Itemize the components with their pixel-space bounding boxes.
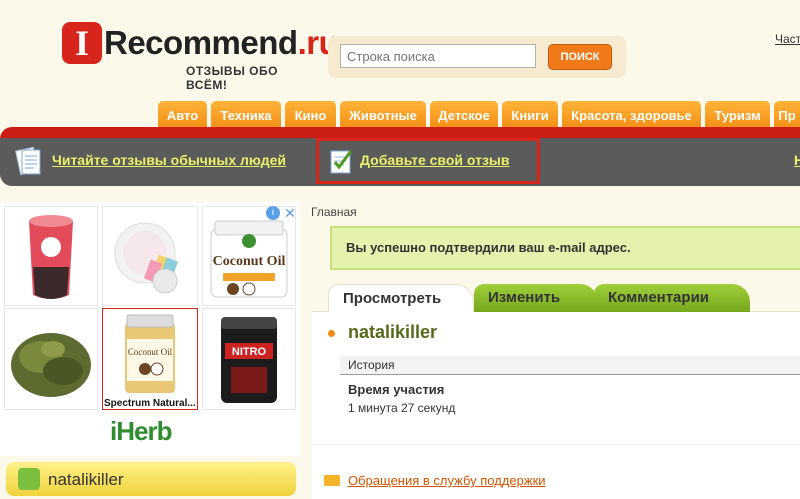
ad-caption[interactable]: Spectrum Natural...: [104, 398, 196, 409]
tab-view[interactable]: Просмотреть: [328, 284, 474, 312]
logo-letter: I: [62, 22, 102, 64]
svg-text:NITRO: NITRO: [232, 346, 267, 358]
bubble-tea-jar-image: [29, 215, 73, 299]
support-link[interactable]: Обращения в службу поддержки: [348, 473, 546, 488]
membership-label: Время участия: [348, 382, 445, 397]
profile-content: natalikiller История Время участия 1 мин…: [312, 311, 800, 499]
ad-product-highlighter[interactable]: [102, 206, 198, 306]
tab-comments[interactable]: Комментарии: [594, 284, 750, 312]
nav-read-reviews-link[interactable]: Читайте отзывы обычных людей: [52, 152, 286, 168]
logo-tagline: ОТЗЫВЫ ОБО ВСЁМ!: [186, 64, 278, 92]
notice-text: Вы успешно подтвердили ваш e-mail адрес.: [346, 240, 631, 255]
ad-product-nitro[interactable]: NITRO: [202, 308, 296, 410]
ad-product-herbs[interactable]: [4, 308, 98, 410]
top-link[interactable]: Част: [775, 32, 800, 46]
reviews-read-icon: [15, 146, 41, 176]
search-input[interactable]: [340, 44, 536, 68]
ad-product-spectrum[interactable]: Coconut Oil: [102, 308, 198, 410]
success-notice: Вы успешно подтвердили ваш e-mail адрес.: [330, 226, 800, 270]
logo-name: Recommend.ru: [104, 24, 339, 62]
spectrum-coconut-jar-image: Coconut Oil: [125, 314, 175, 393]
svg-text:Coconut Oil: Coconut Oil: [128, 347, 173, 357]
nav-add-review-link[interactable]: Добавьте свой отзыв: [360, 152, 509, 168]
breadcrumb[interactable]: Главная: [311, 205, 357, 219]
user-panel[interactable]: natalikiller: [6, 462, 296, 496]
envelope-icon: [324, 475, 340, 486]
svg-text:Coconut Oil: Coconut Oil: [213, 254, 286, 269]
nav-right-link[interactable]: Н: [794, 152, 800, 168]
add-review-icon: [330, 150, 353, 174]
ad-product-bubble-tea[interactable]: [4, 206, 98, 306]
logo-name-text: Recommend: [104, 24, 298, 61]
search-box: ПОИСК: [328, 36, 626, 78]
section-header: История: [340, 356, 800, 375]
iherb-logo[interactable]: iHerb: [110, 416, 172, 447]
divider: [312, 444, 800, 445]
ad-close-icon[interactable]: ✕: [282, 206, 298, 220]
sidebar-username[interactable]: natalikiller: [48, 470, 124, 490]
protein-tub-image: NITRO: [221, 317, 277, 403]
site-logo[interactable]: I Recommend.ru ОТЗЫВЫ ОБО ВСЁМ!: [62, 22, 339, 92]
profile-username: natalikiller: [348, 322, 438, 342]
tab-edit[interactable]: Изменить: [474, 284, 598, 312]
highlighter-palette-image: [114, 222, 179, 294]
section-label: История: [348, 358, 395, 372]
membership-value: 1 минута 27 секунд: [348, 401, 456, 415]
avatar: [18, 468, 40, 490]
coconut-oil-jar-image: Coconut Oil: [210, 220, 288, 298]
ad-product-coconut-oil[interactable]: Coconut Oil: [202, 206, 296, 306]
dried-herbs-image: [11, 333, 91, 397]
ad-info-icon[interactable]: i: [266, 206, 280, 220]
search-button[interactable]: ПОИСК: [548, 44, 612, 70]
bullet-icon: [328, 330, 335, 337]
